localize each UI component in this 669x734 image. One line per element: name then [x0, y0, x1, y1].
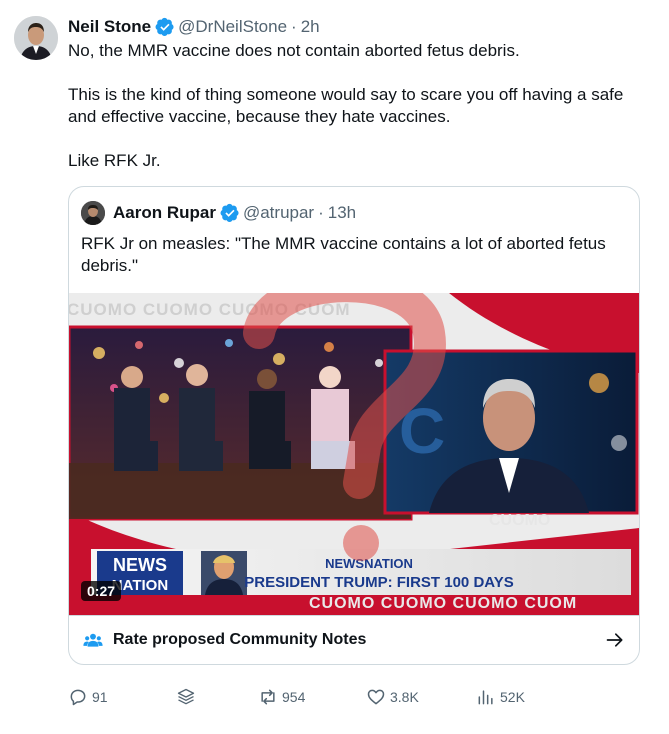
- community-notes-label: Rate proposed Community Notes: [113, 631, 367, 648]
- post-paragraph: Like RFK Jr.: [68, 151, 161, 170]
- ticker-text: CUOMO CUOMO CUOMO CUOM: [309, 595, 577, 612]
- like-count: 3.8K: [390, 689, 419, 705]
- bookmark-stack-icon: [177, 688, 195, 705]
- community-notes-icon: [83, 633, 103, 647]
- views-button[interactable]: 52K: [476, 686, 525, 708]
- community-notes-bar[interactable]: Rate proposed Community Notes: [69, 615, 639, 664]
- reply-icon: [70, 689, 86, 706]
- video-duration: 0:27: [81, 581, 122, 601]
- post-paragraph: This is the kind of thing someone would …: [68, 85, 624, 126]
- verified-badge-icon: [155, 17, 174, 36]
- action-bar: 91 954 3.8K 52K: [68, 686, 548, 710]
- quoted-author-avatar: [81, 201, 105, 225]
- network-logo-top: NEWS: [113, 555, 167, 575]
- repost-count: 954: [282, 689, 306, 705]
- quoted-post-time: 13h: [327, 203, 357, 222]
- like-button[interactable]: 3.8K: [366, 686, 419, 708]
- quoted-author-handle: @atrupar: [242, 203, 315, 222]
- watermark-text: CUOMO: [489, 512, 550, 529]
- views-icon: [478, 690, 493, 705]
- post-text: No, the MMR vaccine does not contain abo…: [68, 40, 648, 172]
- repost-button[interactable]: 954: [258, 686, 305, 708]
- bookmark-stack-button[interactable]: [176, 686, 200, 708]
- views-count: 52K: [500, 689, 525, 705]
- quoted-post-text: RFK Jr on measles: "The MMR vaccine cont…: [81, 234, 606, 275]
- post-header: Neil Stone @DrNeilStone · 2h: [68, 16, 320, 38]
- author-handle[interactable]: @DrNeilStone: [178, 17, 287, 37]
- video-player[interactable]: CUOMO CUOMO CUOMO CUOM C CUOMO NEWS NATI…: [69, 293, 639, 615]
- post-paragraph: No, the MMR vaccine does not contain abo…: [68, 41, 520, 60]
- video-frame: CUOMO CUOMO CUOMO CUOM C CUOMO NEWS NATI…: [69, 293, 639, 615]
- quoted-author-name: Aaron Rupar: [113, 203, 216, 222]
- author-name[interactable]: Neil Stone: [68, 17, 151, 37]
- reply-button[interactable]: 91: [68, 686, 108, 708]
- post-time[interactable]: 2h: [301, 17, 320, 37]
- quoted-post-header: Aaron Rupar @atrupar · 13h: [81, 201, 356, 225]
- lower-third-headline: PRESIDENT TRUMP: FIRST 100 DAYS: [244, 574, 514, 591]
- separator-dot: ·: [318, 203, 324, 222]
- reply-count: 91: [92, 689, 108, 705]
- author-avatar[interactable]: [14, 16, 58, 60]
- separator-dot: ·: [291, 17, 297, 36]
- arrow-right-icon[interactable]: [605, 630, 625, 650]
- verified-badge-icon: [220, 203, 239, 222]
- like-icon: [367, 689, 385, 705]
- repost-icon: [261, 689, 275, 705]
- quoted-post[interactable]: Aaron Rupar @atrupar · 13h RFK Jr on mea…: [68, 186, 640, 665]
